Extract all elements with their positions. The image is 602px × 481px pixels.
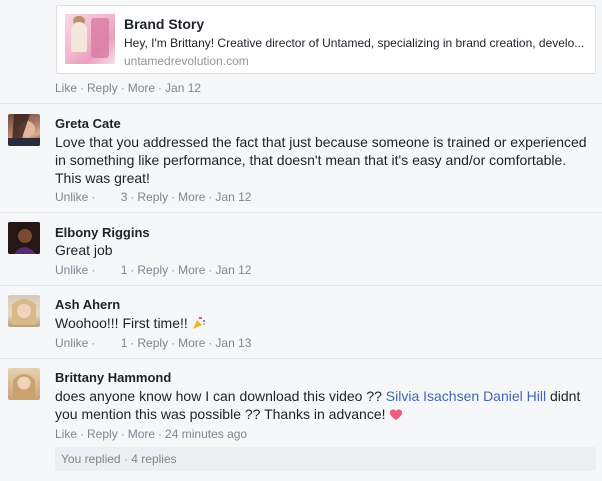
avatar[interactable] — [8, 368, 40, 400]
unlike-link[interactable]: Unlike — [55, 190, 88, 204]
comment-text: does anyone know how I can download this… — [55, 388, 581, 422]
comment-text: Woohoo!!! First time!! — [55, 314, 595, 332]
timestamp[interactable]: Jan 13 — [215, 336, 251, 350]
commenter-name[interactable]: Ash Ahern — [55, 297, 120, 312]
link-thumbnail[interactable] — [65, 14, 115, 64]
unlike-link[interactable]: Unlike — [55, 263, 88, 277]
like-link[interactable]: Like — [55, 81, 77, 95]
reply-link[interactable]: Reply — [87, 81, 118, 95]
comment-actions: Like · Reply · More · 24 minutes ago — [55, 427, 248, 441]
timestamp[interactable]: Jan 12 — [215, 263, 251, 277]
comment: Elbony Riggins Great job Unlike · 1 · Reply… — [0, 213, 602, 285]
link-description: Hey, I'm Brittany! Creative director of … — [124, 36, 585, 50]
comment: Brittany Hammond does anyone know how I … — [0, 359, 602, 449]
more-link[interactable]: More — [178, 263, 205, 277]
avatar[interactable] — [8, 295, 40, 327]
unlike-link[interactable]: Unlike — [55, 336, 88, 350]
reply-link[interactable]: Reply — [137, 336, 168, 350]
avatar[interactable] — [8, 222, 40, 254]
link-preview-comment: Brand Story Hey, I'm Brittany! Creative … — [0, 0, 602, 103]
reply-link[interactable]: Reply — [87, 427, 118, 441]
like-link[interactable]: Like — [55, 427, 77, 441]
avatar[interactable] — [8, 114, 40, 146]
like-count[interactable]: 3 — [112, 190, 128, 204]
timestamp[interactable]: Jan 12 — [165, 81, 201, 95]
heart-icon — [389, 407, 403, 420]
commenter-name[interactable]: Elbony Riggins — [55, 225, 150, 240]
mention-link[interactable]: Daniel Hill — [483, 388, 546, 404]
party-popper-icon — [192, 316, 206, 330]
comment-actions: Unlike · 1 · Reply · More · Jan 12 — [55, 263, 252, 277]
commenter-name[interactable]: Greta Cate — [55, 116, 121, 131]
comment-text: Love that you addressed the fact that ju… — [55, 134, 587, 186]
more-link[interactable]: More — [128, 427, 155, 441]
reply-link[interactable]: Reply — [137, 263, 168, 277]
more-link[interactable]: More — [178, 190, 205, 204]
link-preview-card[interactable]: Brand Story Hey, I'm Brittany! Creative … — [56, 5, 596, 74]
comment: Ash Ahern Woohoo!!! First time!! Unlike ·… — [0, 286, 602, 358]
more-link[interactable]: More — [178, 336, 205, 350]
comment-actions: Unlike · 1 · Reply · More · Jan 13 — [55, 336, 252, 350]
commenter-name[interactable]: Brittany Hammond — [55, 370, 171, 385]
replies-summary-text: You replied · 4 replies — [61, 452, 177, 466]
timestamp[interactable]: Jan 12 — [215, 190, 251, 204]
mention-link[interactable]: Silvia Isachsen — [386, 388, 479, 404]
like-count[interactable]: 1 — [112, 336, 128, 350]
timestamp[interactable]: 24 minutes ago — [165, 427, 247, 441]
comments-panel: Brand Story Hey, I'm Brittany! Creative … — [0, 0, 602, 481]
comment-actions: Unlike · 3 · Reply · More · Jan 12 — [55, 190, 252, 204]
link-domain: untamedrevolution.com — [124, 54, 249, 68]
like-count[interactable]: 1 — [112, 263, 128, 277]
comment-actions: Like · Reply · More · Jan 12 — [55, 81, 202, 95]
link-title[interactable]: Brand Story — [124, 16, 204, 32]
more-link[interactable]: More — [128, 81, 155, 95]
comment: Greta Cate Love that you addressed the f… — [0, 104, 602, 212]
comment-text: Great job — [55, 242, 113, 258]
replies-summary[interactable]: You replied · 4 replies — [55, 447, 596, 471]
reply-link[interactable]: Reply — [137, 190, 168, 204]
